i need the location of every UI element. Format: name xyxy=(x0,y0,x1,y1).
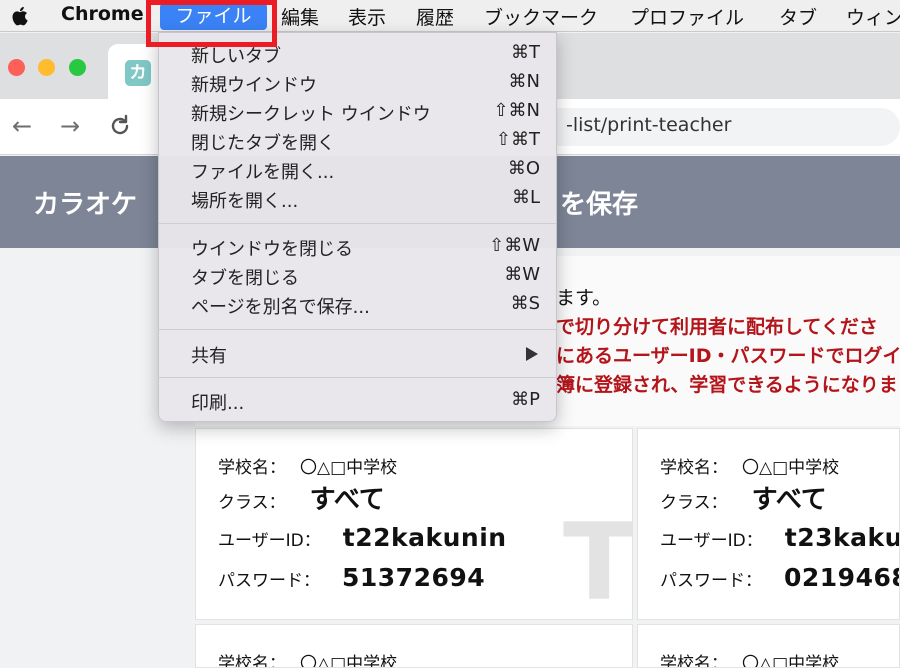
password-value: 0219468 xyxy=(784,563,900,592)
back-icon[interactable]: ← xyxy=(8,112,36,140)
menu-item-save-page-as[interactable]: ページを別名で保存... xyxy=(191,293,370,319)
school-name: 〇△□中学校 xyxy=(300,458,398,478)
shortcut-label: ⌘T xyxy=(511,42,540,63)
site-favicon: カ xyxy=(125,60,151,86)
password-label: パスワード： xyxy=(660,571,762,591)
school-row: 学校名： 〇△□中学校 xyxy=(660,453,839,478)
notice-warning: にあるユーザーID・パスワードでログイ xyxy=(556,345,900,367)
zoom-window-button[interactable] xyxy=(69,59,86,76)
url-text: -list/print-teacher xyxy=(566,114,732,136)
shortcut-label: ⌘N xyxy=(508,71,540,92)
school-label: 学校名： xyxy=(660,458,728,478)
password-label: パスワード： xyxy=(218,571,320,591)
school-name: 〇△□中学校 xyxy=(300,654,398,668)
shortcut-label: ⇧⌘N xyxy=(493,100,540,121)
password-row: パスワード： 51372694 xyxy=(218,563,485,592)
notice-warning: 簿に登録され、学習できるようになりま xyxy=(556,374,898,396)
shortcut-label: ⌘S xyxy=(510,293,540,314)
notice-text: ます。 xyxy=(556,287,612,309)
menu-item-share[interactable]: 共有 xyxy=(191,342,227,368)
user-id-label: ユーザーID： xyxy=(218,531,321,551)
class-label: クラス： xyxy=(218,493,286,513)
user-id-value: t22kakunin xyxy=(342,523,507,552)
menu-item-new-incognito-window[interactable]: 新規シークレット ウインドウ xyxy=(191,100,431,126)
school-name: 〇△□中学校 xyxy=(742,654,840,668)
header-save-text: を保存 xyxy=(560,190,639,220)
class-row: クラス： すべて xyxy=(660,479,827,516)
mac-menubar: Chrome ファイル 編集 表示 履歴 ブックマーク プロファイル タブ ウィ… xyxy=(0,0,900,32)
menu-bookmarks[interactable]: ブックマーク xyxy=(484,3,598,30)
class-value: すべて xyxy=(309,485,385,515)
school-label: 学校名： xyxy=(218,458,286,478)
notice-warning: で切り分けて利用者に配布してくださ xyxy=(556,316,878,338)
menu-window[interactable]: ウィン xyxy=(846,3,900,30)
annotation-highlight-box xyxy=(146,0,277,47)
shortcut-label: ⌘W xyxy=(504,264,540,285)
teacher-watermark: T xyxy=(563,501,633,620)
menu-view[interactable]: 表示 xyxy=(348,3,386,30)
shortcut-label: ⇧⌘T xyxy=(495,129,540,150)
file-menu-dropdown: 新しいタブ ⌘T 新規ウインドウ ⌘N 新規シークレット ウインドウ ⇧⌘N 閉… xyxy=(158,32,557,422)
menu-item-close-tab[interactable]: タブを閉じる xyxy=(191,264,299,290)
class-row: クラス： すべて xyxy=(218,479,385,516)
menu-app-name[interactable]: Chrome xyxy=(61,3,144,25)
apple-icon[interactable] xyxy=(10,5,32,27)
school-label: 学校名： xyxy=(660,654,728,668)
school-row: 学校名： 〇△□中学校 xyxy=(218,649,398,668)
menu-tab[interactable]: タブ xyxy=(779,3,817,30)
school-row: 学校名： 〇△□中学校 xyxy=(660,649,840,668)
submenu-arrow-icon xyxy=(526,347,538,361)
user-id-value: t23kaku xyxy=(784,523,900,552)
page-title: カラオケ xyxy=(33,190,138,220)
forward-icon[interactable]: → xyxy=(56,112,84,140)
password-value: 51372694 xyxy=(342,563,486,592)
user-id-label: ユーザーID： xyxy=(660,531,763,551)
menu-item-open-file[interactable]: ファイルを開く... xyxy=(191,158,334,184)
user-row: ユーザーID： t23kaku xyxy=(660,523,900,552)
class-label: クラス： xyxy=(660,493,728,513)
menu-separator xyxy=(159,377,556,378)
account-card: 学校名： 〇△□中学校 xyxy=(637,624,900,668)
menu-edit[interactable]: 編集 xyxy=(281,3,319,30)
menu-item-new-window[interactable]: 新規ウインドウ xyxy=(191,71,317,97)
account-card: 学校名： 〇△□中学校 クラス： すべて ユーザーID： t23kaku パスワード：… xyxy=(637,428,900,620)
shortcut-label: ⌘L xyxy=(511,187,540,208)
shortcut-label: ⇧⌘W xyxy=(489,235,540,256)
menu-item-reopen-closed-tab[interactable]: 閉じたタブを開く xyxy=(191,129,335,155)
class-value: すべて xyxy=(751,485,827,515)
menu-item-close-window[interactable]: ウインドウを閉じる xyxy=(191,235,353,261)
menu-item-open-location[interactable]: 場所を開く... xyxy=(191,187,298,213)
menu-separator xyxy=(159,223,556,224)
close-window-button[interactable] xyxy=(8,59,25,76)
menu-history[interactable]: 履歴 xyxy=(416,3,454,30)
school-row: 学校名： 〇△□中学校 xyxy=(218,453,397,478)
menu-separator xyxy=(159,329,556,330)
password-row: パスワード： 0219468 xyxy=(660,563,900,592)
reload-icon[interactable] xyxy=(106,112,134,140)
school-label: 学校名： xyxy=(218,654,286,668)
menu-item-print[interactable]: 印刷... xyxy=(191,389,244,415)
school-name: 〇△□中学校 xyxy=(742,458,840,478)
shortcut-label: ⌘O xyxy=(507,158,540,179)
shortcut-label: ⌘P xyxy=(511,389,540,410)
minimize-window-button[interactable] xyxy=(38,59,55,76)
account-card: T 学校名： 〇△□中学校 クラス： すべて ユーザーID： t22kakunin パ… xyxy=(195,428,633,620)
account-card: 学校名： 〇△□中学校 xyxy=(195,624,633,668)
user-row: ユーザーID： t22kakunin xyxy=(218,523,507,552)
menu-profiles[interactable]: プロファイル xyxy=(630,3,744,30)
